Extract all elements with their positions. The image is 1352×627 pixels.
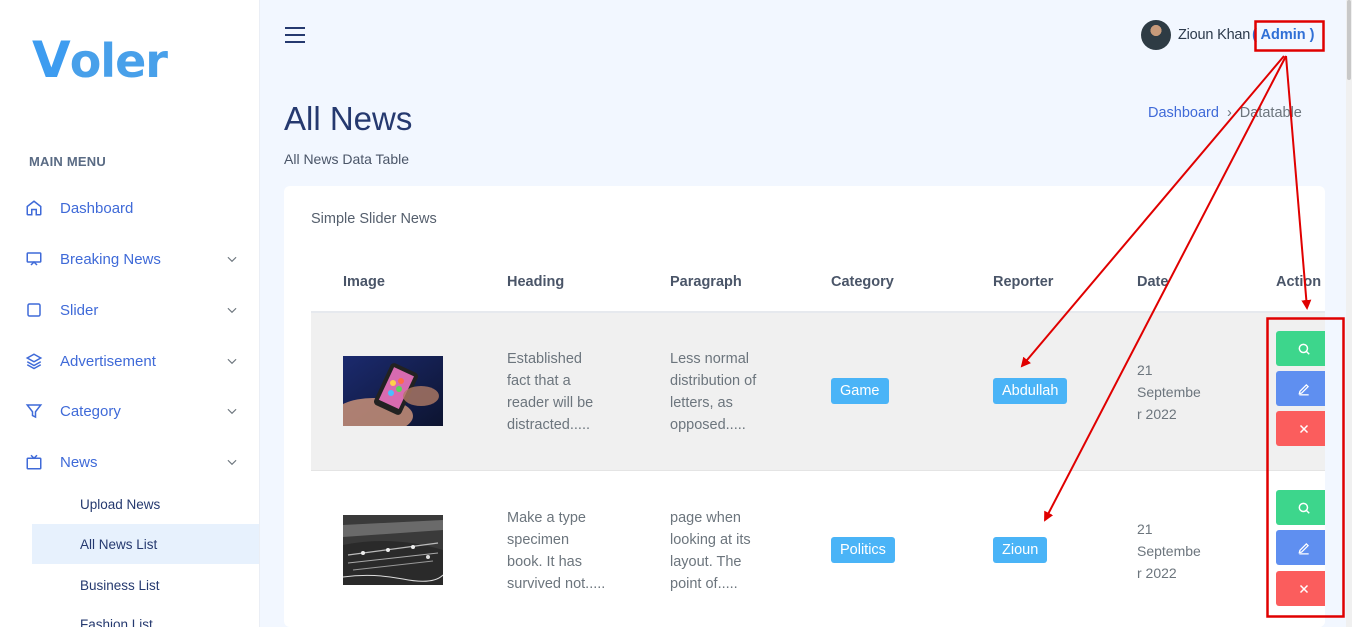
view-button[interactable] xyxy=(1276,331,1325,366)
date-cell: 21 Septembe r 2022 xyxy=(1137,362,1201,422)
user-name: Zioun Khan xyxy=(1178,27,1251,43)
date-cell: 21 Septembe r 2022 xyxy=(1137,521,1201,581)
heading-cell: Established fact that a reader will be dis… xyxy=(507,351,594,433)
sidebar-item-dashboard[interactable]: Dashboard xyxy=(0,188,259,228)
edit-button[interactable] xyxy=(1276,371,1325,406)
chevron-down-icon xyxy=(227,256,237,263)
chevron-down-icon xyxy=(227,307,237,314)
sidebar-item-label: Dashboard xyxy=(60,199,134,217)
column-header-reporter[interactable]: Reporter xyxy=(993,274,1053,290)
sidebar-item-slider[interactable]: Slider xyxy=(0,290,259,330)
sidebar-subitem-fashion-list[interactable]: Fashion List xyxy=(32,604,259,627)
breadcrumb: Dashboard › Datatable xyxy=(1148,105,1302,121)
delete-button[interactable] xyxy=(1276,571,1325,606)
news-thumbnail-image xyxy=(343,515,443,585)
view-button[interactable] xyxy=(1276,490,1325,525)
column-header-heading[interactable]: Heading xyxy=(507,274,564,290)
menu-title: MAIN MENU xyxy=(29,154,106,169)
sidebar-item-category[interactable]: Category xyxy=(0,391,259,431)
tv-icon xyxy=(25,453,43,471)
sidebar-item-label: News xyxy=(60,453,98,471)
menu-toggle-button[interactable] xyxy=(285,27,305,45)
breadcrumb-separator: › xyxy=(1226,105,1232,121)
page-scrollbar[interactable] xyxy=(1346,0,1352,627)
sidebar-item-label: Slider xyxy=(60,301,99,319)
card-title: Simple Slider News xyxy=(311,211,437,227)
table-row: Established fact that a reader will be dis… xyxy=(311,313,1325,471)
sidebar-item-breaking-news[interactable]: Breaking News xyxy=(0,239,259,279)
user-menu[interactable]: Zioun Khan ( Admin ) xyxy=(1141,20,1314,50)
table-row: Make a type specimen book. It has survived… xyxy=(311,471,1325,627)
edit-button[interactable] xyxy=(1276,530,1325,565)
layers-icon xyxy=(25,352,43,370)
square-icon xyxy=(25,301,43,319)
sidebar-item-label: Category xyxy=(60,402,121,420)
news-thumbnail-image xyxy=(343,356,443,426)
app-logo[interactable]: Voler xyxy=(32,34,168,87)
column-header-paragraph[interactable]: Paragraph xyxy=(670,274,742,290)
paragraph-cell: Less normal distribution of letters, as op… xyxy=(670,351,757,433)
reporter-badge: Zioun xyxy=(993,537,1048,563)
paragraph-cell: page when looking at its layout. The point… xyxy=(670,510,751,592)
sidebar-subitem-upload-news[interactable]: Upload News xyxy=(32,484,259,524)
close-icon xyxy=(1299,424,1309,433)
search-icon xyxy=(1298,343,1310,355)
pencil-icon xyxy=(1298,383,1309,395)
sidebar-item-label: Advertisement xyxy=(60,352,156,370)
news-table-card: Simple Slider News Image Heading Paragra… xyxy=(284,186,1325,627)
breadcrumb-current: Datatable xyxy=(1239,105,1302,121)
column-header-date[interactable]: Date xyxy=(1137,274,1168,290)
pencil-icon xyxy=(1298,542,1309,554)
page-subtitle: All News Data Table xyxy=(284,151,410,167)
breadcrumb-dashboard-link[interactable]: Dashboard xyxy=(1148,105,1219,121)
filter-icon xyxy=(25,402,43,420)
page-title: All News xyxy=(284,100,413,137)
sidebar-item-advertisement[interactable]: Advertisement xyxy=(0,341,259,381)
home-icon xyxy=(25,199,43,217)
delete-button[interactable] xyxy=(1276,411,1325,446)
category-badge: Politics xyxy=(831,537,895,563)
sidebar-item-news[interactable]: News xyxy=(0,442,259,482)
column-header-image[interactable]: Image xyxy=(343,274,385,290)
chevron-down-icon xyxy=(227,358,237,365)
column-header-action[interactable]: Action xyxy=(1276,274,1321,290)
chevron-down-icon xyxy=(227,459,237,466)
column-header-category[interactable]: Category xyxy=(831,274,894,290)
sidebar-subitem-all-news-list[interactable]: All News List xyxy=(32,524,259,564)
heading-cell: Make a type specimen book. It has survived… xyxy=(507,510,606,592)
search-icon xyxy=(1298,502,1310,514)
sidebar-item-label: Breaking News xyxy=(60,250,161,268)
avatar[interactable] xyxy=(1141,20,1171,50)
sidebar-subitem-business-list[interactable]: Business List xyxy=(32,565,259,605)
reporter-badge: Abdullah xyxy=(993,378,1068,404)
monitor-icon xyxy=(25,250,43,268)
category-badge: Game xyxy=(831,378,889,404)
close-icon xyxy=(1299,584,1309,593)
sidebar: Voler MAIN MENU Dashboard Breaking News … xyxy=(0,0,260,627)
chevron-down-icon xyxy=(227,408,237,415)
user-role: ( Admin ) xyxy=(1252,27,1315,43)
